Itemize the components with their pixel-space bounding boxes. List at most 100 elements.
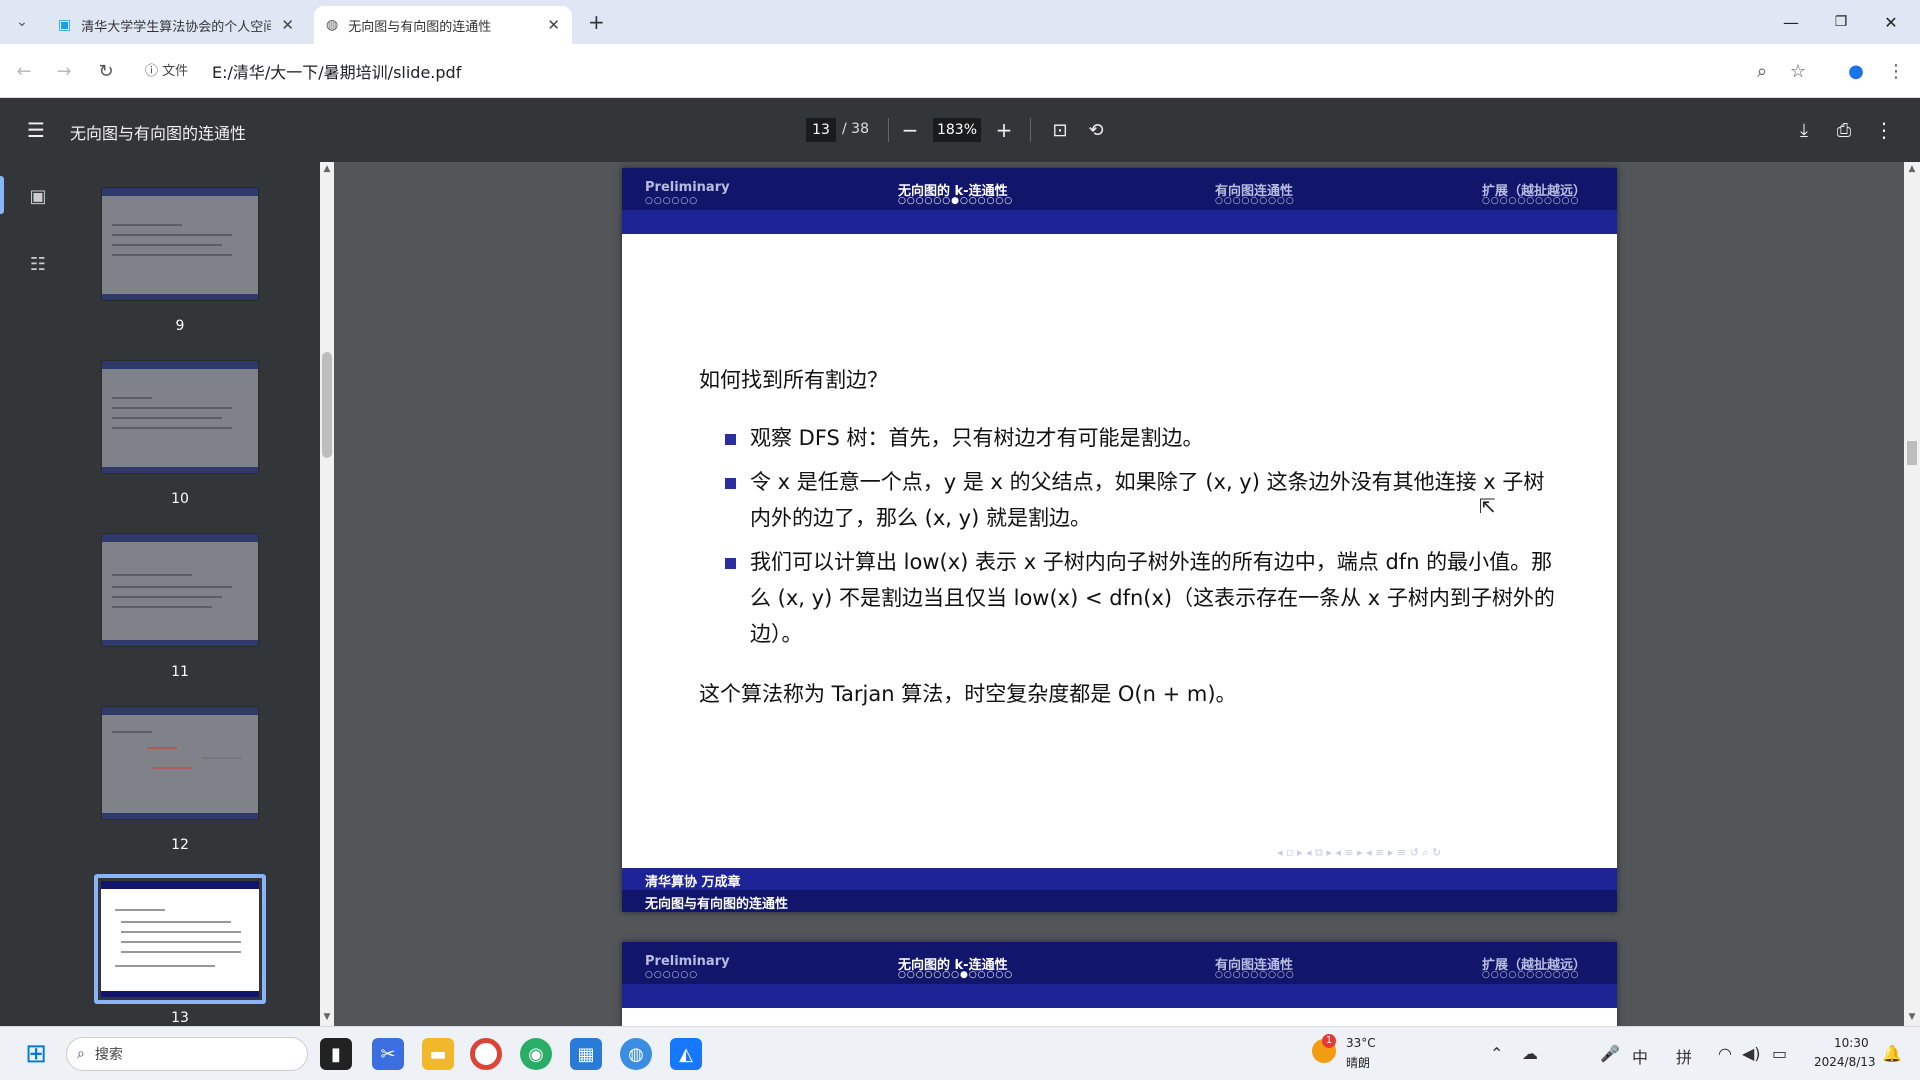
bullet-text: 我们可以计算出 low(x) 表示 x 子树内向子树外连的所有边中，端点 dfn… (750, 550, 1555, 646)
nav-dots[interactable]: ○○○○○○●○○○○○○ (898, 196, 1013, 206)
reload-icon[interactable]: ↻ (88, 53, 124, 89)
file-label: 文件 (162, 64, 189, 79)
ime-mode[interactable]: 中 (1632, 1044, 1648, 1068)
back-icon[interactable]: ← (6, 53, 42, 89)
slide-page-14: Preliminary ○○○○○○ 无向图的 k-连通性 ○○○○○○○●○○… (622, 942, 1617, 1026)
nav-dots[interactable]: ○○○○○○ (645, 196, 698, 206)
print-icon[interactable]: ⎙ (1828, 114, 1860, 146)
outline-view-icon[interactable]: ☷ (18, 244, 58, 284)
forward-icon[interactable]: → (46, 53, 82, 89)
pdf-toolbar: ☰ 无向图与有向图的连通性 13 / 38 − 183% + ⊡ ⟲ ⤓ ⎙ ⋮ (0, 98, 1920, 162)
weather-temp[interactable]: 33°C (1346, 1036, 1376, 1050)
beamer-navigation-symbols[interactable]: ◂ ▫ ▸ ◂ ⧉ ▸ ◂ ≡ ▸ ◂ ≡ ▸ ≡ ↺ ⌕ ↻ (1277, 846, 1441, 860)
search-placeholder: 搜索 (94, 1047, 123, 1063)
bookmark-star-icon[interactable]: ☆ (1780, 53, 1816, 89)
mouse-cursor-icon: ⇱ (1479, 494, 1496, 518)
scroll-up-icon[interactable]: ▲ (1905, 164, 1919, 174)
file-explorer-icon[interactable]: ▬ (422, 1038, 454, 1070)
windows-start-icon[interactable]: ⊞ (20, 1038, 52, 1070)
more-options-icon[interactable]: ⋮ (1868, 114, 1900, 146)
app-icon[interactable]: ▦ (570, 1038, 602, 1070)
task-view-icon[interactable]: ▮ (320, 1038, 352, 1070)
microphone-icon[interactable]: 🎤 (1600, 1044, 1620, 1063)
minimize-button[interactable]: — (1768, 0, 1814, 44)
chrome-icon[interactable] (470, 1038, 502, 1070)
thumbnail-page-10[interactable] (101, 360, 259, 474)
clock-time[interactable]: 10:30 (1834, 1036, 1869, 1050)
browser-app-icon[interactable]: ◍ (620, 1038, 652, 1070)
page-number-input[interactable]: 13 (806, 118, 836, 142)
thumbnail-label: 9 (175, 318, 185, 334)
tab-title: 清华大学学生算法协会的个人空间 (81, 19, 272, 35)
scroll-up-icon[interactable]: ▲ (320, 164, 334, 174)
weather-desc[interactable]: 晴朗 (1346, 1054, 1370, 1071)
new-tab-button[interactable]: + (588, 10, 605, 34)
nav-section[interactable]: Preliminary (645, 180, 730, 195)
nav-dots[interactable]: ○○○○○○○●○○○○○ (898, 970, 1013, 980)
notification-bell-icon[interactable]: 🔔 (1882, 1044, 1902, 1063)
document-scrollbar[interactable]: ▲ ▼ (1904, 162, 1920, 1026)
thumbnail-page-11[interactable] (101, 533, 259, 647)
site-info-button[interactable]: ⓘ 文件 (145, 60, 188, 79)
zoom-in-icon[interactable]: + (988, 114, 1020, 146)
globe-favicon-icon: ◍ (326, 17, 339, 33)
tab-pdf[interactable]: ◍ 无向图与有向图的连通性 ✕ (314, 6, 572, 44)
sidebar-scroll-thumb[interactable] (322, 352, 332, 458)
fit-page-icon[interactable]: ⊡ (1044, 114, 1076, 146)
address-input[interactable]: E:/清华/大一下/暑期培训/slide.pdf (212, 59, 461, 83)
ime-pinyin[interactable]: 拼 (1676, 1044, 1692, 1068)
zoom-out-icon[interactable]: − (894, 114, 926, 146)
zoom-input[interactable]: 183% (933, 118, 981, 142)
onedrive-cloud-icon[interactable]: ☁ (1522, 1044, 1538, 1063)
thumbnail-label: 11 (171, 664, 189, 680)
tab-bilibili[interactable]: ▣ 清华大学学生算法协会的个人空间 ✕ (46, 6, 306, 44)
nav-dots[interactable]: ○○○○○○○○○ (1215, 196, 1295, 206)
rotate-icon[interactable]: ⟲ (1080, 114, 1112, 146)
sidebar-scrollbar[interactable]: ▲ ▼ (320, 162, 334, 1026)
zoom-icon[interactable]: ⌕ (1744, 53, 1780, 89)
snipping-tool-icon[interactable]: ✂ (372, 1038, 404, 1070)
thumbnails-view-icon[interactable]: ▣ (18, 176, 58, 216)
show-hidden-icons-icon[interactable]: ⌃ (1490, 1044, 1503, 1063)
photos-app-icon[interactable]: ◭ (670, 1038, 702, 1070)
nav-dots[interactable]: ○○○○○○○○○○○ (1482, 970, 1579, 980)
wifi-icon[interactable]: ◠ (1718, 1044, 1732, 1063)
bullet-text: 令 x 是任意一个点，y 是 x 的父结点，如果除了 (x, y) 这条边外没有… (750, 470, 1545, 530)
bullet-square-icon (725, 558, 736, 569)
document-scroll-thumb[interactable] (1907, 441, 1917, 465)
download-icon[interactable]: ⤓ (1788, 114, 1820, 146)
nav-section[interactable]: Preliminary (645, 954, 730, 969)
scroll-down-icon[interactable]: ▼ (320, 1012, 334, 1022)
volume-icon[interactable]: ◀) (1742, 1044, 1761, 1063)
bilibili-favicon-icon: ▣ (58, 17, 72, 33)
browser-menu-icon[interactable]: ⋮ (1878, 53, 1914, 89)
pdf-title: 无向图与有向图的连通性 (70, 124, 247, 143)
slide-page-13: Preliminary ○○○○○○ 无向图的 k-连通性 ○○○○○○●○○○… (622, 168, 1617, 912)
thumbnail-page-9[interactable] (101, 187, 259, 301)
slide-header: Preliminary ○○○○○○ 无向图的 k-连通性 ○○○○○○○●○○… (622, 942, 1617, 1008)
scroll-down-icon[interactable]: ▼ (1905, 1012, 1919, 1022)
nav-dots[interactable]: ○○○○○○ (645, 970, 698, 980)
battery-icon[interactable]: ▭ (1772, 1044, 1787, 1063)
clock-date[interactable]: 2024/8/13 (1814, 1055, 1876, 1069)
slide-header: Preliminary ○○○○○○ 无向图的 k-连通性 ○○○○○○●○○○… (622, 168, 1617, 234)
nav-dots[interactable]: ○○○○○○○○○ (1215, 970, 1295, 980)
close-window-button[interactable]: ✕ (1868, 0, 1914, 44)
tab-close-icon[interactable]: ✕ (547, 16, 560, 34)
profile-avatar-icon[interactable]: ● (1838, 53, 1874, 89)
thumbnail-page-12[interactable] (101, 706, 259, 820)
wechat-icon[interactable]: ◉ (520, 1038, 552, 1070)
bullet-text: 观察 DFS 树：首先，只有树边才有可能是割边。 (750, 426, 1204, 450)
nav-dots[interactable]: ○○○○○○○○○○○ (1482, 196, 1579, 206)
tab-close-icon[interactable]: ✕ (281, 16, 294, 34)
sidebar-menu-icon[interactable]: ☰ (20, 114, 52, 146)
windows-taskbar: ⊞ ⌕ 搜索 ▮ ✂ ▬ ◉ ▦ ◍ ◭ 1 33°C 晴朗 ⌃ ☁ 🎤 中 拼… (0, 1026, 1920, 1080)
navigation-bar: ← → ↻ ⓘ 文件 E:/清华/大一下/暑期培训/slide.pdf ⌕ ☆ … (0, 44, 1920, 98)
footer-author: 清华算协 万成章 (645, 875, 741, 890)
slide-conclusion: 这个算法称为 Tarjan 算法，时空复杂度都是 O(n + m)。 (699, 682, 1237, 706)
tab-strip: ⌄ ▣ 清华大学学生算法协会的个人空间 ✕ ◍ 无向图与有向图的连通性 ✕ + … (0, 0, 1920, 44)
thumbnail-page-13[interactable] (101, 881, 259, 997)
tab-search-chevron-icon[interactable]: ⌄ (6, 4, 38, 40)
restore-button[interactable]: ❐ (1818, 0, 1864, 44)
taskbar-search-input[interactable]: ⌕ 搜索 (66, 1037, 308, 1071)
